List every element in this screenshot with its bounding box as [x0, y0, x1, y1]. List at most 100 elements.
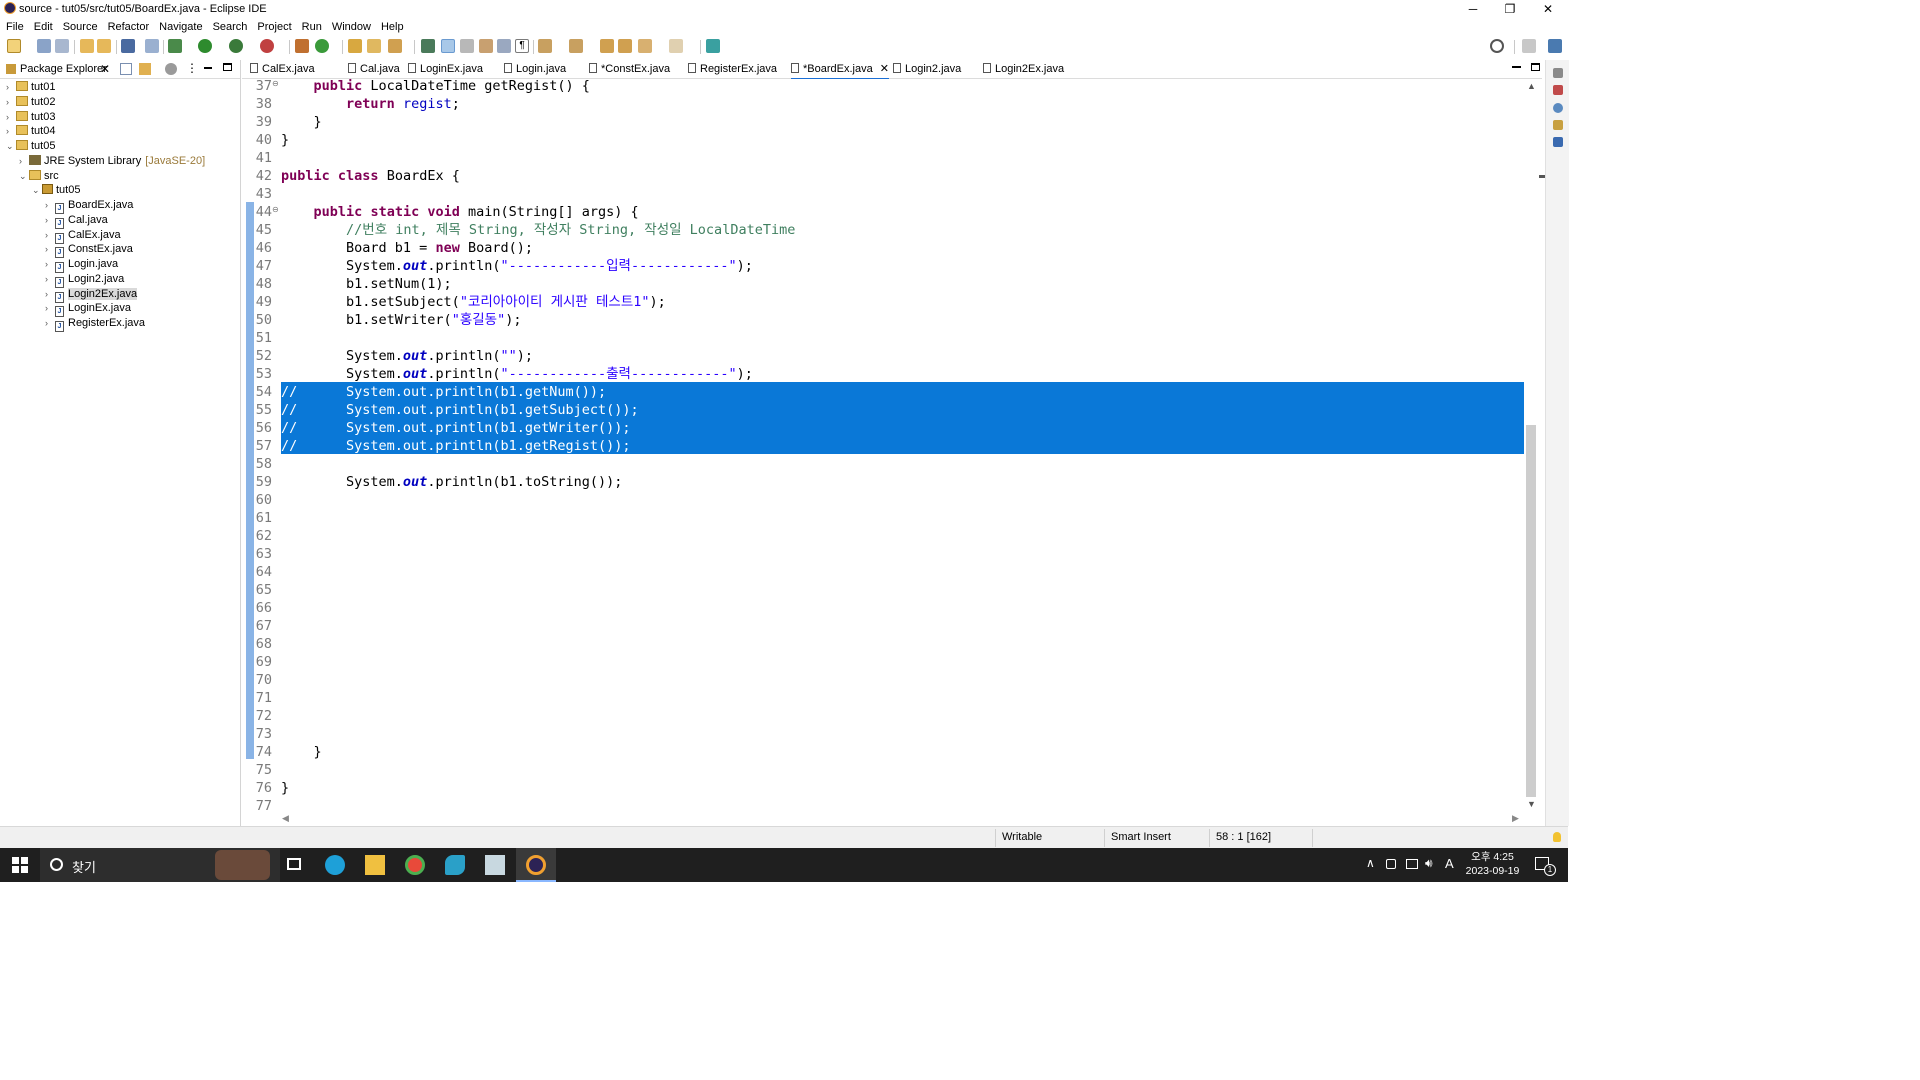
- java-perspective-icon[interactable]: [1548, 39, 1562, 53]
- next-annotation-icon[interactable]: [538, 39, 552, 53]
- scroll-down-icon[interactable]: ▼: [1527, 799, 1536, 809]
- menu-search[interactable]: Search: [208, 18, 253, 36]
- code-line[interactable]: System.out.println(b1.toString());: [281, 473, 622, 491]
- tree-item[interactable]: ⌄ src: [19, 169, 59, 183]
- code-line[interactable]: }: [281, 779, 289, 797]
- open-type-icon[interactable]: [348, 39, 362, 53]
- chevron-right-icon[interactable]: ›: [45, 228, 55, 242]
- menu-project[interactable]: Project: [252, 18, 296, 36]
- chevron-right-icon[interactable]: ›: [6, 110, 16, 124]
- tree-item[interactable]: › JRE System Library [JavaSE-20]: [19, 154, 205, 168]
- chevron-right-icon[interactable]: ›: [6, 124, 16, 138]
- tree-item[interactable]: › J Login2Ex.java: [45, 287, 138, 303]
- chevron-down-icon[interactable]: ⌄: [6, 139, 16, 153]
- code-line[interactable]: // System.out.println(b1.getSubject());: [281, 401, 639, 419]
- code-line[interactable]: }: [281, 743, 322, 761]
- network-icon[interactable]: [1406, 859, 1418, 869]
- tree-item[interactable]: › J BoardEx.java: [45, 198, 133, 214]
- scroll-right-icon[interactable]: ▶: [1512, 813, 1519, 824]
- code-line[interactable]: }: [281, 131, 289, 149]
- scroll-left-icon[interactable]: ◀: [282, 813, 289, 824]
- edge-icon[interactable]: [325, 855, 345, 875]
- fold-toggle-icon[interactable]: ⊖: [272, 205, 279, 214]
- close-tab-icon[interactable]: ✕: [100, 62, 110, 76]
- chevron-right-icon[interactable]: ›: [45, 198, 55, 212]
- editor-tab[interactable]: LoginEx.java: [408, 60, 483, 78]
- code-line[interactable]: System.out.println("------------입력------…: [281, 257, 753, 275]
- editor-tab[interactable]: *ConstEx.java: [589, 60, 670, 78]
- redo-icon[interactable]: [97, 39, 111, 53]
- file-explorer-icon[interactable]: [365, 855, 385, 875]
- chevron-right-icon[interactable]: ›: [45, 242, 55, 256]
- new-icon[interactable]: [7, 39, 21, 53]
- task-list-icon[interactable]: [1553, 103, 1563, 113]
- minimize-button[interactable]: ─: [1458, 1, 1488, 17]
- previous-annotation-icon[interactable]: [569, 39, 583, 53]
- filter-icon[interactable]: [165, 63, 177, 75]
- whitespace-icon[interactable]: [497, 39, 511, 53]
- show-whitespace-pilcrow-icon[interactable]: ¶: [515, 39, 529, 53]
- open-task-icon[interactable]: [367, 39, 381, 53]
- editor-tab[interactable]: RegisterEx.java: [688, 60, 777, 78]
- chevron-right-icon[interactable]: ›: [19, 154, 29, 168]
- minimize-editor-icon[interactable]: [1512, 66, 1521, 68]
- notepad-icon[interactable]: [485, 855, 505, 875]
- tip-lightbulb-icon[interactable]: [1553, 832, 1561, 842]
- search-tool-icon[interactable]: [388, 39, 402, 53]
- code-line[interactable]: public LocalDateTime getRegist() {: [281, 77, 590, 95]
- tree-item[interactable]: ⌄ tut05: [32, 183, 80, 197]
- maximize-button[interactable]: ❐: [1495, 1, 1525, 17]
- chevron-right-icon[interactable]: ›: [45, 301, 55, 315]
- word-wrap-icon[interactable]: [479, 39, 493, 53]
- skip-breakpoints-icon[interactable]: [145, 39, 159, 53]
- code-line[interactable]: System.out.println("------------출력------…: [281, 365, 753, 383]
- code-line[interactable]: return regist;: [281, 95, 460, 113]
- chevron-right-icon[interactable]: ›: [45, 272, 55, 286]
- code-line[interactable]: }: [281, 113, 322, 131]
- vertical-scroll-thumb[interactable]: [1526, 425, 1536, 797]
- chevron-right-icon[interactable]: ›: [45, 213, 55, 227]
- collapse-all-icon[interactable]: [120, 63, 132, 75]
- code-line[interactable]: //번호 int, 제목 String, 작성자 String, 작성일 Loc…: [281, 221, 795, 239]
- chevron-right-icon[interactable]: ›: [6, 80, 16, 94]
- tree-item[interactable]: › tut04: [6, 124, 55, 138]
- tree-item[interactable]: › tut02: [6, 95, 55, 109]
- back-icon[interactable]: [638, 39, 652, 53]
- mark-occurrences-icon[interactable]: [441, 39, 455, 53]
- tree-item[interactable]: › J Cal.java: [45, 213, 108, 229]
- new-java-class-icon[interactable]: [315, 39, 329, 53]
- debug-icon[interactable]: [168, 39, 182, 53]
- code-line[interactable]: Board b1 = new Board();: [281, 239, 533, 257]
- editor-tab[interactable]: Login.java: [504, 60, 566, 78]
- package-explorer-tab[interactable]: Package Explorer ✕ ⋮: [0, 60, 240, 79]
- run-icon[interactable]: [198, 39, 212, 53]
- taskbar-search-box[interactable]: 찾기: [40, 848, 280, 882]
- forward-icon[interactable]: [669, 39, 683, 53]
- chevron-down-icon[interactable]: ⌄: [19, 169, 29, 183]
- status-insert-mode[interactable]: Smart Insert: [1111, 831, 1171, 843]
- windows-start-icon[interactable]: [12, 857, 28, 873]
- task-view-icon[interactable]: [287, 858, 301, 870]
- save-icon[interactable]: [37, 39, 51, 53]
- editor-tab[interactable]: *BoardEx.java ✕: [791, 60, 889, 80]
- block-selection-icon[interactable]: [460, 39, 474, 53]
- minimize-view-icon[interactable]: [204, 67, 212, 69]
- code-line[interactable]: // System.out.println(b1.getWriter());: [281, 419, 631, 437]
- editor-tab[interactable]: Login2.java: [893, 60, 961, 78]
- chevron-down-icon[interactable]: ⌄: [32, 183, 42, 197]
- close-tab-icon[interactable]: ✕: [877, 63, 889, 75]
- editor-tab[interactable]: Login2Ex.java: [983, 60, 1064, 78]
- coverage-icon[interactable]: [229, 39, 243, 53]
- tree-item[interactable]: › J Login2.java: [45, 272, 124, 288]
- save-all-icon[interactable]: [55, 39, 69, 53]
- show-hidden-icons-icon[interactable]: ∧: [1366, 856, 1375, 870]
- forward-edit-icon[interactable]: [618, 39, 632, 53]
- tree-item[interactable]: › J ConstEx.java: [45, 242, 133, 259]
- chevron-right-icon[interactable]: ›: [6, 95, 16, 109]
- tree-item[interactable]: ⌄ tut05: [6, 139, 55, 153]
- tree-item[interactable]: › tut01: [6, 80, 55, 94]
- new-java-package-icon[interactable]: [295, 39, 309, 53]
- search-icon[interactable]: [1490, 39, 1504, 53]
- menu-window[interactable]: Window: [327, 18, 376, 36]
- code-line[interactable]: // System.out.println(b1.getNum());: [281, 383, 606, 401]
